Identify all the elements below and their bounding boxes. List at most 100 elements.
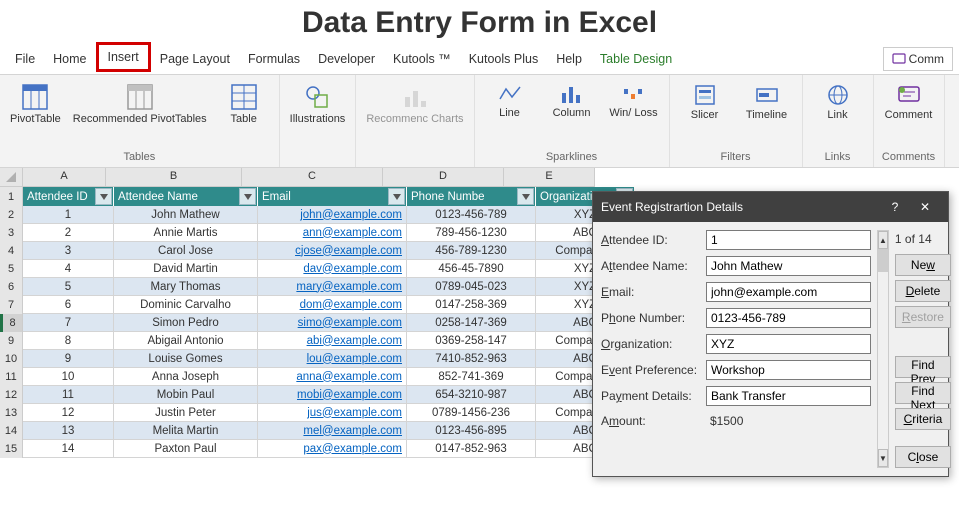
table-cell[interactable]: 7410-852-963 xyxy=(407,350,536,368)
row-header[interactable]: 2 xyxy=(0,206,23,225)
table-cell[interactable]: Mary Thomas xyxy=(114,278,258,296)
table-cell[interactable]: mobi@example.com xyxy=(258,386,407,404)
table-cell[interactable]: Paxton Paul xyxy=(114,440,258,458)
row-header[interactable]: 14 xyxy=(0,422,23,441)
column-header[interactable]: A xyxy=(23,168,106,187)
row-header[interactable]: 3 xyxy=(0,224,23,243)
recommended-charts-button[interactable]: Recommenc Charts xyxy=(362,81,467,128)
table-button[interactable]: Table xyxy=(215,81,273,128)
table-cell[interactable]: 0369-258-147 xyxy=(407,332,536,350)
table-cell[interactable]: mary@example.com xyxy=(258,278,407,296)
link-button[interactable]: Link xyxy=(809,81,867,124)
table-cell[interactable]: 10 xyxy=(23,368,114,386)
row-header[interactable]: 8 xyxy=(0,314,23,333)
table-cell[interactable]: 12 xyxy=(23,404,114,422)
tab-help[interactable]: Help xyxy=(547,47,591,71)
table-cell[interactable]: 789-456-1230 xyxy=(407,224,536,242)
column-header[interactable]: D xyxy=(383,168,504,187)
filter-dropdown-icon[interactable] xyxy=(517,188,534,205)
row-header[interactable]: 10 xyxy=(0,350,23,369)
table-cell[interactable]: John Mathew xyxy=(114,206,258,224)
table-cell[interactable]: simo@example.com xyxy=(258,314,407,332)
scroll-up-button[interactable]: ▲ xyxy=(878,231,888,249)
table-cell[interactable]: 11 xyxy=(23,386,114,404)
table-cell[interactable]: Carol Jose xyxy=(114,242,258,260)
row-header[interactable]: 12 xyxy=(0,386,23,405)
dialog-scrollbar[interactable]: ▲ ▼ xyxy=(877,230,889,468)
form-field-input[interactable] xyxy=(706,334,871,354)
recommended-pivottables-button[interactable]: Recommended PivotTables xyxy=(69,81,211,127)
illustrations-button[interactable]: Illustrations xyxy=(286,81,350,128)
table-cell[interactable]: 0258-147-369 xyxy=(407,314,536,332)
find-next-button[interactable]: Find Next xyxy=(895,382,951,404)
row-header[interactable]: 1 xyxy=(0,187,23,207)
table-cell[interactable]: 6 xyxy=(23,296,114,314)
select-all-cell[interactable] xyxy=(0,168,23,187)
table-cell[interactable]: cjose@example.com xyxy=(258,242,407,260)
table-column-header[interactable]: Attendee ID xyxy=(23,187,114,206)
table-cell[interactable]: 852-741-369 xyxy=(407,368,536,386)
filter-dropdown-icon[interactable] xyxy=(95,188,112,205)
table-cell[interactable]: 9 xyxy=(23,350,114,368)
table-cell[interactable]: 0147-258-369 xyxy=(407,296,536,314)
table-cell[interactable]: dom@example.com xyxy=(258,296,407,314)
close-button[interactable]: Close xyxy=(895,446,951,468)
row-header[interactable]: 7 xyxy=(0,296,23,315)
timeline-button[interactable]: Timeline xyxy=(738,81,796,124)
tab-page-layout[interactable]: Page Layout xyxy=(151,47,239,71)
row-header[interactable]: 5 xyxy=(0,260,23,279)
table-cell[interactable]: lou@example.com xyxy=(258,350,407,368)
tab-insert[interactable]: Insert xyxy=(96,42,151,72)
table-cell[interactable]: anna@example.com xyxy=(258,368,407,386)
restore-button[interactable]: Restore xyxy=(895,306,951,328)
row-header[interactable]: 6 xyxy=(0,278,23,297)
table-cell[interactable]: ann@example.com xyxy=(258,224,407,242)
dialog-help-button[interactable]: ? xyxy=(880,196,910,218)
table-cell[interactable]: pax@example.com xyxy=(258,440,407,458)
table-cell[interactable]: Abigail Antonio xyxy=(114,332,258,350)
pivottable-button[interactable]: PivotTable xyxy=(6,81,65,128)
table-cell[interactable]: 456-789-1230 xyxy=(407,242,536,260)
table-cell[interactable]: 8 xyxy=(23,332,114,350)
table-cell[interactable]: Dominic Carvalho xyxy=(114,296,258,314)
tab-kutools-plus[interactable]: Kutools Plus xyxy=(460,47,547,71)
dialog-close-button[interactable]: ✕ xyxy=(910,196,940,218)
tab-developer[interactable]: Developer xyxy=(309,47,384,71)
table-cell[interactable]: David Martin xyxy=(114,260,258,278)
tab-file[interactable]: File xyxy=(6,47,44,71)
form-field-input[interactable] xyxy=(706,282,871,302)
row-header[interactable]: 9 xyxy=(0,332,23,351)
table-cell[interactable]: Anna Joseph xyxy=(114,368,258,386)
table-cell[interactable]: 654-3210-987 xyxy=(407,386,536,404)
table-cell[interactable]: 2 xyxy=(23,224,114,242)
table-cell[interactable]: Justin Peter xyxy=(114,404,258,422)
form-field-input[interactable] xyxy=(706,256,871,276)
table-cell[interactable]: 0123-456-895 xyxy=(407,422,536,440)
table-cell[interactable]: 0789-045-023 xyxy=(407,278,536,296)
table-cell[interactable]: mel@example.com xyxy=(258,422,407,440)
table-cell[interactable]: jus@example.com xyxy=(258,404,407,422)
table-cell[interactable]: 3 xyxy=(23,242,114,260)
row-header[interactable]: 4 xyxy=(0,242,23,261)
table-cell[interactable]: 0147-852-963 xyxy=(407,440,536,458)
column-header[interactable]: B xyxy=(106,168,242,187)
sparkline-column-button[interactable]: Column xyxy=(543,81,601,122)
table-cell[interactable]: Melita Martin xyxy=(114,422,258,440)
comment-button[interactable]: Comment xyxy=(880,81,938,124)
table-column-header[interactable]: Phone Numbe xyxy=(407,187,536,206)
form-field-input[interactable] xyxy=(706,360,871,380)
sparkline-winloss-button[interactable]: Win/ Loss xyxy=(605,81,663,122)
table-cell[interactable]: Annie Martis xyxy=(114,224,258,242)
form-field-input[interactable] xyxy=(706,230,871,250)
table-cell[interactable]: 0123-456-789 xyxy=(407,206,536,224)
table-cell[interactable]: 14 xyxy=(23,440,114,458)
row-header[interactable]: 11 xyxy=(0,368,23,387)
table-cell[interactable]: Simon Pedro xyxy=(114,314,258,332)
table-cell[interactable]: Mobin Paul xyxy=(114,386,258,404)
table-cell[interactable]: 13 xyxy=(23,422,114,440)
form-field-input[interactable] xyxy=(706,308,871,328)
criteria-button[interactable]: Criteria xyxy=(895,408,951,430)
filter-dropdown-icon[interactable] xyxy=(239,188,256,205)
table-column-header[interactable]: Attendee Name xyxy=(114,187,258,206)
column-header[interactable]: E xyxy=(504,168,595,187)
